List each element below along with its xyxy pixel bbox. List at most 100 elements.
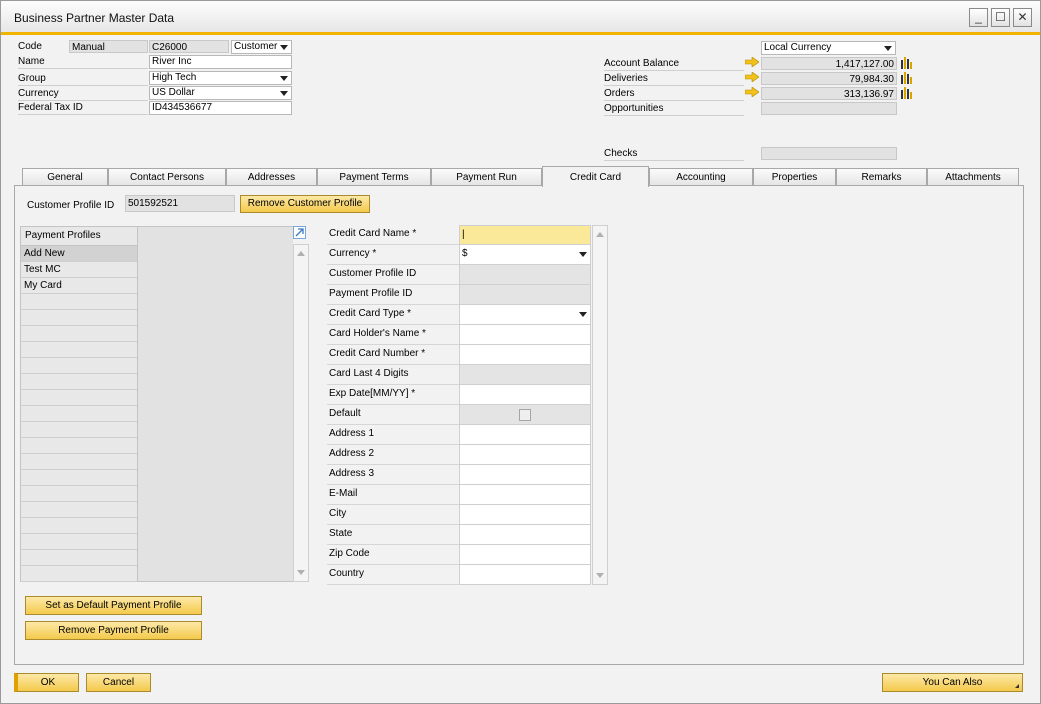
list-item[interactable] <box>21 486 137 502</box>
list-item[interactable] <box>21 358 137 374</box>
link-arrow-icon[interactable] <box>745 72 759 82</box>
close-button[interactable]: ✕ <box>1013 8 1032 27</box>
default-cell <box>459 405 591 425</box>
expand-icon[interactable] <box>293 226 306 239</box>
scroll-up-icon[interactable] <box>297 251 305 256</box>
you-can-also-button[interactable]: You Can Also <box>882 673 1023 692</box>
link-arrow-icon[interactable] <box>745 57 759 67</box>
orders-label: Orders <box>604 88 635 99</box>
address-1-input[interactable] <box>459 425 591 445</box>
group-dropdown[interactable]: High Tech <box>149 71 292 85</box>
currency-select[interactable]: $ <box>459 245 591 265</box>
default-checkbox[interactable] <box>519 409 531 421</box>
divider <box>604 70 744 71</box>
address-2-input[interactable] <box>459 445 591 465</box>
field-label: Card Holder's Name * <box>329 328 426 339</box>
minimize-button[interactable]: _ <box>969 8 988 27</box>
tab-payment-run[interactable]: Payment Run <box>431 168 542 186</box>
title-bar[interactable]: Business Partner Master Data _ ☐ ✕ <box>1 1 1040 35</box>
profiles-scrollbar[interactable] <box>293 244 309 582</box>
account-balance-label: Account Balance <box>604 58 680 69</box>
tax-id-field[interactable]: ID434536677 <box>149 101 292 115</box>
code-label: Code <box>18 41 42 52</box>
list-item[interactable] <box>21 534 137 550</box>
form-scrollbar[interactable] <box>592 225 608 585</box>
list-item[interactable]: Add New <box>21 246 137 262</box>
deliveries-field: 79,984.30 <box>761 72 897 85</box>
bar-chart-icon[interactable] <box>900 71 914 84</box>
card-holder-name-input[interactable] <box>459 325 591 345</box>
address-3-input[interactable] <box>459 465 591 485</box>
currency-dropdown[interactable]: US Dollar <box>149 86 292 100</box>
list-item[interactable] <box>21 390 137 406</box>
exp-date-input[interactable] <box>459 385 591 405</box>
field-row-zip-code: Zip Code <box>327 545 591 565</box>
divider <box>604 160 744 161</box>
tab-accounting[interactable]: Accounting <box>649 168 753 186</box>
payment-profiles-header: Payment Profiles <box>21 227 137 246</box>
list-item[interactable] <box>21 342 137 358</box>
list-item[interactable] <box>21 518 137 534</box>
code-field[interactable]: C26000 <box>149 40 229 53</box>
tab-remarks[interactable]: Remarks <box>836 168 927 186</box>
list-item[interactable] <box>21 438 137 454</box>
card-last-4-readonly <box>459 365 591 385</box>
city-input[interactable] <box>459 505 591 525</box>
remove-payment-profile-button[interactable]: Remove Payment Profile <box>25 621 202 640</box>
list-item[interactable] <box>21 326 137 342</box>
credit-card-name-input[interactable]: | <box>459 225 591 245</box>
field-row-address-2: Address 2 <box>327 445 591 465</box>
scroll-down-icon[interactable] <box>297 570 305 575</box>
list-item[interactable]: Test MC <box>21 262 137 278</box>
tab-contact-persons[interactable]: Contact Persons <box>108 168 226 186</box>
bar-chart-icon[interactable] <box>900 86 914 99</box>
field-row-email: E-Mail <box>327 485 591 505</box>
orders-field: 313,136.97 <box>761 87 897 100</box>
scroll-up-icon[interactable] <box>596 232 604 237</box>
field-label: Credit Card Name * <box>329 228 417 239</box>
tab-general[interactable]: General <box>22 168 108 186</box>
display-currency-dropdown[interactable]: Local Currency <box>761 41 896 55</box>
zip-code-input[interactable] <box>459 545 591 565</box>
state-input[interactable] <box>459 525 591 545</box>
tab-addresses[interactable]: Addresses <box>226 168 317 186</box>
currency-select-value: $ <box>462 248 468 259</box>
divider <box>604 100 744 101</box>
email-input[interactable] <box>459 485 591 505</box>
code-series-field[interactable]: Manual <box>69 40 148 53</box>
list-item[interactable] <box>21 310 137 326</box>
bp-type-dropdown[interactable]: Customer <box>231 40 292 54</box>
list-item[interactable] <box>21 374 137 390</box>
list-item[interactable] <box>21 502 137 518</box>
tab-properties[interactable]: Properties <box>753 168 836 186</box>
list-item[interactable] <box>21 550 137 566</box>
tab-payment-terms[interactable]: Payment Terms <box>317 168 431 186</box>
country-input[interactable] <box>459 565 591 585</box>
field-row-address-3: Address 3 <box>327 465 591 485</box>
credit-card-type-select[interactable] <box>459 305 591 325</box>
tab-credit-card[interactable]: Credit Card <box>542 166 649 187</box>
credit-card-number-input[interactable] <box>459 345 591 365</box>
chevron-down-icon <box>579 312 587 317</box>
list-item[interactable] <box>21 454 137 470</box>
list-item[interactable] <box>21 566 137 582</box>
cancel-button[interactable]: Cancel <box>86 673 151 692</box>
list-item[interactable] <box>21 294 137 310</box>
set-default-payment-profile-button[interactable]: Set as Default Payment Profile <box>25 596 202 615</box>
maximize-button[interactable]: ☐ <box>991 8 1010 27</box>
remove-customer-profile-button[interactable]: Remove Customer Profile <box>240 195 370 213</box>
scroll-down-icon[interactable] <box>596 573 604 578</box>
customer-profile-id-field[interactable]: 501592521 <box>125 195 235 212</box>
list-item[interactable] <box>21 422 137 438</box>
field-label: City <box>329 508 347 519</box>
link-arrow-icon[interactable] <box>745 87 759 97</box>
name-field[interactable]: River Inc <box>149 55 292 69</box>
field-row-card-last-4: Card Last 4 Digits <box>327 365 591 385</box>
list-item[interactable] <box>21 470 137 486</box>
list-item[interactable]: My Card <box>21 278 137 294</box>
divider <box>18 85 148 86</box>
tab-attachments[interactable]: Attachments <box>927 168 1019 186</box>
list-item[interactable] <box>21 406 137 422</box>
ok-button[interactable]: OK <box>14 673 79 692</box>
bar-chart-icon[interactable] <box>900 56 914 69</box>
